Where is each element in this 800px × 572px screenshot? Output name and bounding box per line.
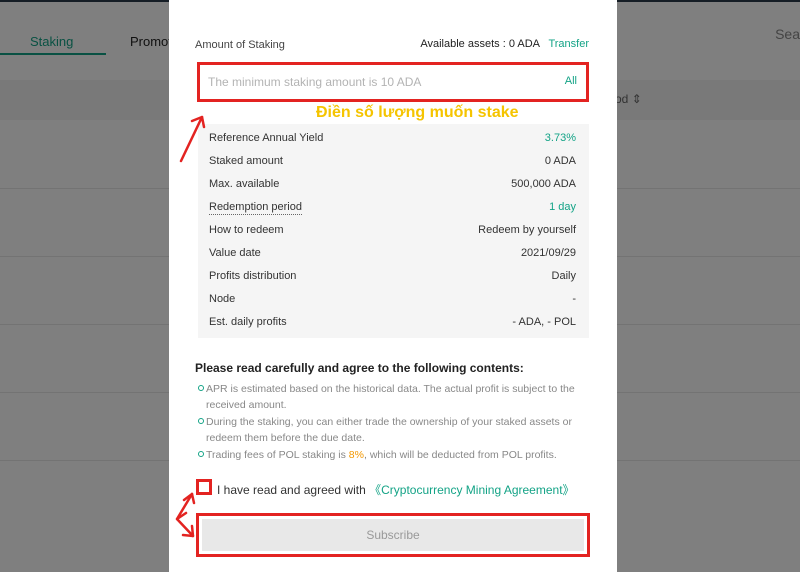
fee-highlight: 8% <box>348 449 364 461</box>
info-row-profits-distribution: Profits distribution Daily <box>198 267 589 287</box>
info-value: - <box>572 293 576 305</box>
info-row-est-daily-profits: Est. daily profits - ADA, - POL <box>198 313 589 333</box>
info-row-max-available: Max. available 500,000 ADA <box>198 175 589 195</box>
amount-input-box: All <box>197 62 589 102</box>
info-row-node: Node - <box>198 290 589 310</box>
notice-text: During the staking, you can either trade… <box>206 416 572 444</box>
info-value: 0 ADA <box>544 155 576 167</box>
staking-info-panel: Reference Annual Yield 3.73% Staked amou… <box>198 124 589 338</box>
agree-title: Please read carefully and agree to the f… <box>195 361 524 375</box>
agreement-line: I have read and agreed with 《Cryptocurre… <box>217 481 575 498</box>
info-label: Est. daily profits <box>209 316 287 328</box>
info-label: Profits distribution <box>209 270 297 282</box>
info-label[interactable]: Redemption period <box>209 201 302 215</box>
all-button[interactable]: All <box>565 75 577 87</box>
info-row-how-to-redeem: How to redeem Redeem by yourself <box>198 221 589 241</box>
info-row-annual-yield: Reference Annual Yield 3.73% <box>198 129 589 149</box>
info-value: 500,000 ADA <box>511 178 576 190</box>
subscribe-highlight-box: Subscribe <box>196 513 590 557</box>
info-label: Reference Annual Yield <box>209 132 324 144</box>
circle-bullet-icon <box>198 451 204 457</box>
circle-bullet-icon <box>198 385 204 391</box>
annotation-text: Điền số lượng muốn stake <box>316 104 519 121</box>
info-value: 1 day <box>549 201 576 213</box>
info-value: Daily <box>551 270 576 282</box>
available-assets-value: 0 ADA <box>508 38 540 50</box>
agreement-checkbox[interactable] <box>196 479 212 495</box>
info-row-redemption-period: Redemption period 1 day <box>198 198 589 218</box>
amount-input[interactable] <box>208 73 508 91</box>
circle-bullet-icon <box>198 418 204 424</box>
transfer-link[interactable]: Transfer <box>548 38 589 50</box>
info-value: - ADA, - POL <box>512 316 576 328</box>
notice-item: Trading fees of POL staking is 8%, which… <box>198 447 578 463</box>
info-label: Node <box>209 293 236 305</box>
mining-agreement-link[interactable]: 《Cryptocurrency Mining Agreement》 <box>369 483 574 497</box>
info-label: How to redeem <box>209 224 284 236</box>
notice-text: Trading fees of POL staking is 8%, which… <box>206 449 557 461</box>
info-value: Redeem by yourself <box>478 224 576 236</box>
staking-modal: Amount of Staking Available assets : 0 A… <box>169 0 617 572</box>
agreement-prefix: I have read and agreed with <box>217 483 370 497</box>
notice-item: During the staking, you can either trade… <box>198 414 578 446</box>
info-label: Value date <box>209 247 261 259</box>
subscribe-button[interactable]: Subscribe <box>202 519 584 551</box>
info-label: Max. available <box>209 178 280 190</box>
notice-item: APR is estimated based on the historical… <box>198 381 578 413</box>
info-value: 2021/09/29 <box>520 247 576 259</box>
info-row-staked-amount: Staked amount 0 ADA <box>198 152 589 172</box>
available-assets-label: Available assets : <box>420 38 506 50</box>
info-value: 3.73% <box>544 132 576 144</box>
info-label: Staked amount <box>209 155 283 167</box>
info-row-value-date: Value date 2021/09/29 <box>198 244 589 264</box>
amount-label: Amount of Staking <box>195 39 285 51</box>
available-assets: Available assets : 0 ADA Transfer <box>420 38 589 50</box>
notice-text: APR is estimated based on the historical… <box>206 383 575 411</box>
